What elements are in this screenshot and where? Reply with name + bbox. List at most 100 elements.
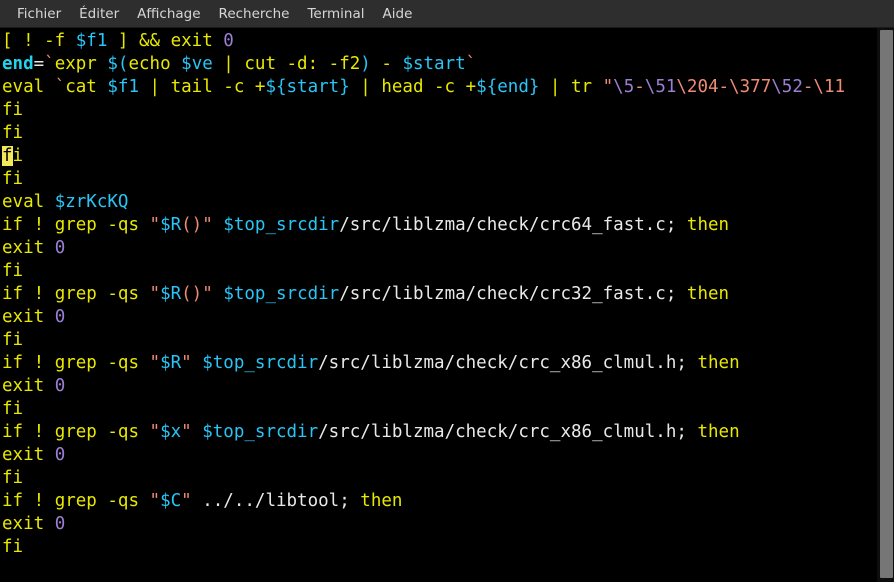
- terminal-line: if ! grep -qs "$R" $top_srcdir/src/liblz…: [2, 352, 894, 375]
- terminal-line: if ! grep -qs "$R()" $top_srcdir/src/lib…: [2, 283, 894, 306]
- terminal-line: exit 0: [2, 444, 894, 467]
- code-token: if: [2, 491, 34, 511]
- code-token: (): [181, 215, 203, 235]
- code-token: !: [33, 422, 55, 442]
- terminal-line: eval `cat $f1 | tail -c +${start} | head…: [2, 76, 894, 99]
- code-token: if: [2, 353, 34, 373]
- code-token: \52: [771, 77, 803, 97]
- code-token: end: [2, 54, 34, 74]
- code-token: -: [634, 77, 645, 97]
- code-token: fi: [2, 100, 24, 120]
- code-token: $start: [402, 54, 466, 74]
- code-token: if: [2, 284, 34, 304]
- editor-status-line: 174,1 74%: [0, 556, 877, 582]
- code-token: fi: [2, 330, 24, 350]
- code-token: $top_srcdir: [223, 284, 340, 304]
- code-token: ;: [665, 215, 677, 235]
- code-token: ": [202, 215, 213, 235]
- code-token: expr: [54, 54, 108, 74]
- code-token: $ve: [181, 54, 213, 74]
- code-token: $R: [160, 215, 182, 235]
- code-token: exit: [2, 238, 55, 258]
- code-token: ": [149, 284, 161, 304]
- code-token: grep -qs: [54, 422, 150, 442]
- code-token: \11: [813, 77, 846, 97]
- text-cursor: f: [2, 146, 13, 166]
- code-token: $top_srcdir: [223, 215, 340, 235]
- menu-editer[interactable]: Éditer: [70, 3, 128, 25]
- code-token: ": [149, 215, 161, 235]
- menu-aide[interactable]: Aide: [374, 3, 422, 25]
- menu-affichage[interactable]: Affichage: [128, 3, 209, 25]
- code-token: ${start}: [265, 77, 350, 97]
- code-token: ": [602, 77, 614, 97]
- code-token: /src/liblzma/check/crc_x86_clmul.h: [318, 422, 677, 442]
- code-token: eval: [2, 77, 55, 97]
- code-token: fi: [2, 261, 24, 281]
- code-token: $top_srcdir: [202, 422, 319, 442]
- code-token: /src/liblzma/check/crc_x86_clmul.h: [318, 353, 677, 373]
- code-token: i: [12, 146, 24, 166]
- scrollbar-thumb[interactable]: [880, 30, 893, 578]
- code-token: [ ! -f: [2, 31, 76, 51]
- code-token: then: [686, 353, 740, 373]
- code-token: \5: [613, 77, 635, 97]
- terminal-line: if ! grep -qs "$R()" $top_srcdir/src/lib…: [2, 214, 894, 237]
- terminal-line: exit 0: [2, 237, 894, 260]
- code-token: fi: [2, 537, 24, 557]
- code-token: 0: [54, 307, 66, 327]
- code-token: \51: [644, 77, 677, 97]
- code-token: |: [349, 77, 382, 97]
- code-token: exit: [2, 307, 55, 327]
- code-token: $zrKcKQ: [54, 192, 129, 212]
- code-token: grep -qs: [54, 215, 150, 235]
- code-token: $f1: [107, 77, 139, 97]
- code-token: ": [181, 491, 192, 511]
- code-token: echo: [128, 54, 182, 74]
- terminal-view[interactable]: [ ! -f $f1 ] && exit 0 end=`expr $(echo $…: [0, 28, 894, 582]
- code-token: ../../libtool: [202, 491, 340, 511]
- menu-recherche[interactable]: Recherche: [210, 3, 299, 25]
- terminal-line: if ! grep -qs "$x" $top_srcdir/src/liblz…: [2, 421, 894, 444]
- vertical-scrollbar[interactable]: [877, 28, 894, 582]
- code-token: tail -c +: [170, 77, 266, 97]
- code-token: fi: [2, 399, 24, 419]
- code-token: |: [139, 77, 171, 97]
- code-token: grep -qs: [54, 491, 150, 511]
- code-token: ] && exit: [107, 31, 224, 51]
- menu-terminal[interactable]: Terminal: [298, 3, 373, 25]
- code-token: (): [181, 284, 203, 304]
- code-token: $R: [160, 284, 182, 304]
- code-token: ;: [339, 491, 350, 511]
- terminal-line: fi: [2, 467, 894, 490]
- code-token: ${end}: [476, 77, 540, 97]
- code-token: if: [2, 215, 34, 235]
- menu-fichier[interactable]: Fichier: [8, 3, 70, 25]
- terminal-line: fi: [2, 398, 894, 421]
- terminal-line: fi: [2, 168, 894, 191]
- terminal-screen: [ ! -f $f1 ] && exit 0 end=`expr $(echo $…: [0, 28, 894, 559]
- code-token: if: [2, 422, 34, 442]
- code-token: ": [181, 422, 192, 442]
- code-token: -: [370, 54, 403, 74]
- code-token: !: [33, 353, 55, 373]
- terminal-line: fi: [2, 329, 894, 352]
- code-token: tr: [571, 77, 603, 97]
- code-token: ): [360, 54, 371, 74]
- code-token: 0: [54, 376, 66, 396]
- code-token: fi: [2, 468, 24, 488]
- code-token: !: [33, 215, 55, 235]
- code-token: $C: [160, 491, 182, 511]
- code-token: ": [149, 353, 161, 373]
- code-token: -: [802, 77, 814, 97]
- terminal-line: [ ! -f $f1 ] && exit 0: [2, 30, 894, 53]
- code-token: \204: [676, 77, 719, 97]
- code-token: then: [349, 491, 403, 511]
- code-token: head -c +: [381, 77, 477, 97]
- code-token: -: [718, 77, 730, 97]
- terminal-line: fi: [2, 260, 894, 283]
- code-token: 0: [54, 445, 66, 465]
